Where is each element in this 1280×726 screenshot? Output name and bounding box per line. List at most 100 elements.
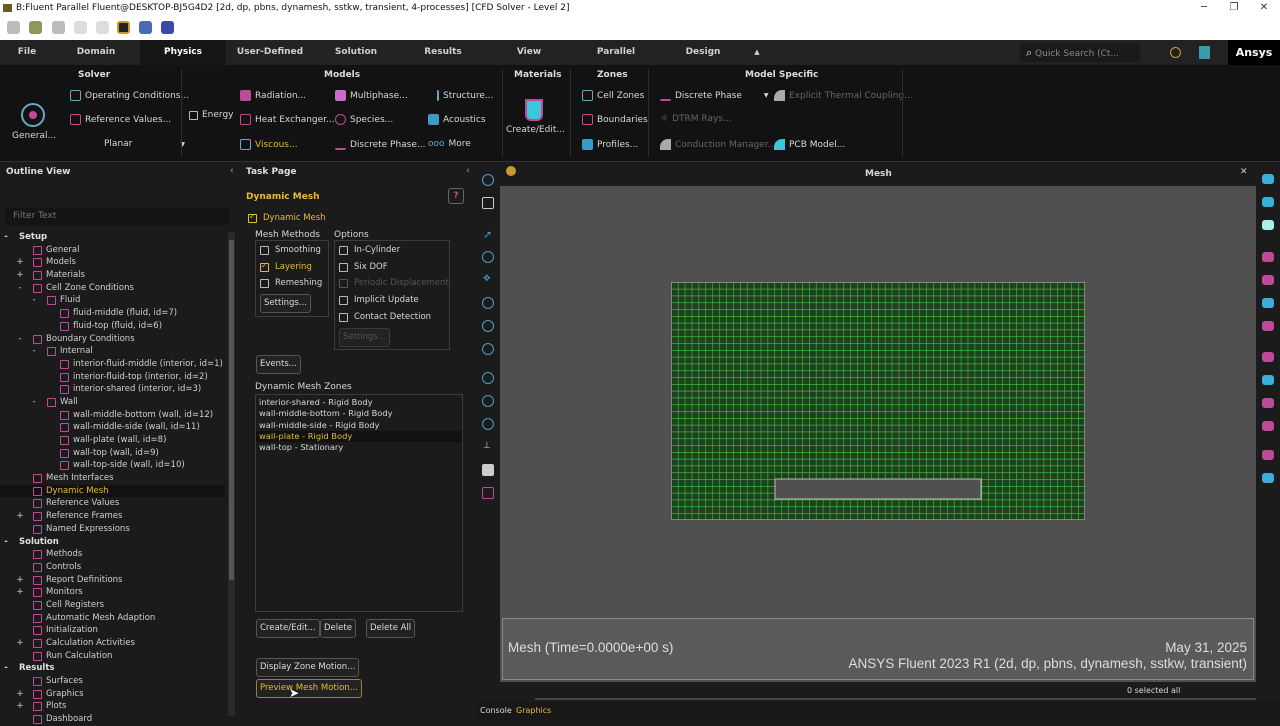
collapse-panel-icon[interactable]: ‹ bbox=[230, 166, 234, 176]
dtrm-rays-button[interactable]: ☼ DTRM Rays... bbox=[660, 114, 732, 124]
remeshing-checkbox[interactable]: Remeshing bbox=[260, 278, 322, 288]
collapse-ribbon-button[interactable]: ▲ bbox=[750, 40, 764, 65]
options-settings-button[interactable]: Settings... bbox=[339, 328, 390, 347]
report-icon[interactable] bbox=[1262, 398, 1274, 408]
tree-item[interactable]: Automatic Mesh Adaption bbox=[0, 612, 225, 625]
cell-zones-button[interactable]: Cell Zones bbox=[582, 90, 644, 101]
pointer-icon[interactable]: ➚ bbox=[483, 228, 495, 241]
tree-item[interactable]: Named Expressions bbox=[0, 523, 225, 536]
expand-icon[interactable]: + bbox=[16, 688, 24, 701]
tree-item[interactable]: Surfaces bbox=[0, 675, 225, 688]
case-icon[interactable] bbox=[52, 21, 65, 34]
tree-item[interactable]: interior-fluid-top (interior, id=2) bbox=[0, 371, 225, 384]
contact-detection-checkbox[interactable]: Contact Detection bbox=[339, 312, 431, 322]
dynamic-mesh-zones-list[interactable]: interior-shared - Rigid Body wall-middle-… bbox=[255, 394, 463, 612]
pan-icon[interactable]: ✥ bbox=[483, 274, 495, 286]
tree-item[interactable]: fluid-middle (fluid, id=7) bbox=[0, 307, 225, 320]
tree-item[interactable]: wall-plate (wall, id=8) bbox=[0, 434, 225, 447]
tree-item[interactable]: + Plots bbox=[0, 700, 225, 713]
tree-item[interactable]: Dashboard bbox=[0, 713, 225, 726]
acoustics-button[interactable]: Acoustics bbox=[428, 114, 486, 125]
tab-console[interactable]: Console bbox=[480, 706, 512, 715]
profiles-button[interactable]: Profiles... bbox=[582, 139, 638, 150]
viscous-button[interactable]: Viscous... bbox=[240, 139, 298, 150]
tree-item[interactable]: + Monitors bbox=[0, 586, 225, 599]
delete-button[interactable]: Delete bbox=[320, 619, 356, 638]
graphics-window[interactable]: Mesh ✕ Mesh (Time=0.0000e+00 s) May 31, … bbox=[500, 162, 1256, 682]
help-button[interactable]: ? bbox=[448, 188, 464, 204]
tree-item[interactable]: wall-middle-side (wall, id=11) bbox=[0, 421, 225, 434]
tab-view[interactable]: View bbox=[505, 40, 553, 65]
tree-item[interactable]: General bbox=[0, 244, 225, 257]
info-icon[interactable] bbox=[482, 343, 494, 355]
tree-item[interactable]: Cell Registers bbox=[0, 599, 225, 612]
tree-item[interactable]: Dynamic Mesh bbox=[0, 484, 225, 498]
rotate-icon[interactable] bbox=[482, 251, 494, 263]
more-models-button[interactable]: ooo More bbox=[428, 139, 471, 149]
collapse-icon[interactable]: - bbox=[16, 333, 24, 346]
collapse-icon[interactable]: - bbox=[16, 282, 24, 295]
boundaries-button[interactable]: Boundaries bbox=[582, 114, 648, 125]
tree-item[interactable]: + Models bbox=[0, 256, 225, 269]
tree-item[interactable]: Initialization bbox=[0, 624, 225, 637]
preview-mesh-motion-button[interactable]: Preview Mesh Motion... bbox=[256, 679, 362, 698]
structure-button[interactable]: Structure... bbox=[428, 90, 493, 101]
zoom-in-icon[interactable] bbox=[482, 320, 494, 332]
lock-icon[interactable] bbox=[482, 487, 494, 499]
zone-list-item[interactable]: interior-shared - Rigid Body bbox=[256, 397, 462, 408]
mesh-plot[interactable] bbox=[671, 282, 1085, 520]
display-zone-motion-button[interactable]: Display Zone Motion... bbox=[256, 658, 360, 677]
tab-user-defined[interactable]: User-Defined bbox=[232, 40, 308, 65]
expand-icon[interactable]: + bbox=[16, 700, 24, 713]
tree-item[interactable]: fluid-top (fluid, id=6) bbox=[0, 320, 225, 333]
tree-item[interactable]: + Calculation Activities bbox=[0, 637, 225, 650]
ruler-icon[interactable] bbox=[1262, 375, 1274, 385]
create-edit-materials-button[interactable]: Create/Edit... bbox=[506, 99, 565, 135]
tree-item[interactable]: - Internal bbox=[0, 345, 225, 358]
collapse-icon[interactable]: - bbox=[30, 345, 38, 358]
multiphase-button[interactable]: Multiphase... bbox=[335, 90, 408, 101]
tree-item[interactable]: wall-top (wall, id=9) bbox=[0, 447, 225, 460]
plot-icon[interactable] bbox=[1262, 352, 1274, 362]
collapse-icon[interactable]: - bbox=[2, 536, 10, 549]
minimize-button[interactable]: ─ bbox=[1188, 0, 1220, 16]
tree-item[interactable]: + Graphics bbox=[0, 688, 225, 701]
tree-item[interactable]: wall-middle-bottom (wall, id=12) bbox=[0, 409, 225, 422]
tree-item[interactable]: interior-shared (interior, id=3) bbox=[0, 383, 225, 396]
tab-physics[interactable]: Physics bbox=[140, 40, 226, 65]
tree-item[interactable]: - Boundary Conditions bbox=[0, 333, 225, 346]
discrete-phase-ms-button[interactable]: Discrete Phase ▼ bbox=[660, 90, 769, 101]
parameters-icon[interactable] bbox=[139, 21, 152, 34]
events-button[interactable]: Events... bbox=[256, 355, 301, 374]
energy-checkbox[interactable]: Energy bbox=[189, 110, 234, 120]
tab-results[interactable]: Results bbox=[413, 40, 473, 65]
close-graphics-button[interactable]: ✕ bbox=[1240, 167, 1248, 177]
collapse-icon[interactable]: - bbox=[30, 294, 38, 307]
tree-item[interactable]: wall-top-side (wall, id=10) bbox=[0, 459, 225, 472]
axes-icon[interactable]: ⊥ bbox=[483, 441, 495, 453]
expand-icon[interactable]: + bbox=[16, 574, 24, 587]
workbench-icon[interactable] bbox=[117, 21, 130, 34]
expand-icon[interactable]: + bbox=[16, 637, 24, 650]
conduction-manager-button[interactable]: Conduction Manager... bbox=[660, 139, 776, 150]
layout-icon[interactable] bbox=[1199, 46, 1210, 59]
expand-icon[interactable]: + bbox=[16, 586, 24, 599]
tree-item[interactable]: Mesh Interfaces bbox=[0, 472, 225, 485]
tree-item[interactable]: + Reference Frames bbox=[0, 510, 225, 523]
smoothing-checkbox[interactable]: Smoothing bbox=[260, 245, 321, 255]
zoom-fit-icon[interactable] bbox=[482, 372, 494, 384]
tab-graphics[interactable]: Graphics bbox=[516, 706, 551, 715]
zone-list-item[interactable]: wall-middle-side - Rigid Body bbox=[256, 420, 462, 431]
save-picture-icon[interactable] bbox=[1262, 473, 1274, 483]
collapse-icon[interactable]: - bbox=[2, 231, 10, 244]
tree-item[interactable]: Run Calculation bbox=[0, 650, 225, 663]
pcb-model-button[interactable]: PCB Model... bbox=[774, 139, 845, 150]
mdc-icon[interactable] bbox=[161, 21, 174, 34]
species-button[interactable]: Species... bbox=[335, 114, 393, 125]
zone-list-item[interactable]: wall-plate - Rigid Body bbox=[256, 430, 462, 443]
tab-design[interactable]: Design bbox=[678, 40, 728, 65]
quick-search-input[interactable]: ⌕ Quick Search (Ct... bbox=[1020, 43, 1140, 62]
zoom-out-icon[interactable] bbox=[482, 418, 494, 430]
expand-icon[interactable]: + bbox=[16, 510, 24, 523]
tree-item[interactable]: Methods bbox=[0, 548, 225, 561]
